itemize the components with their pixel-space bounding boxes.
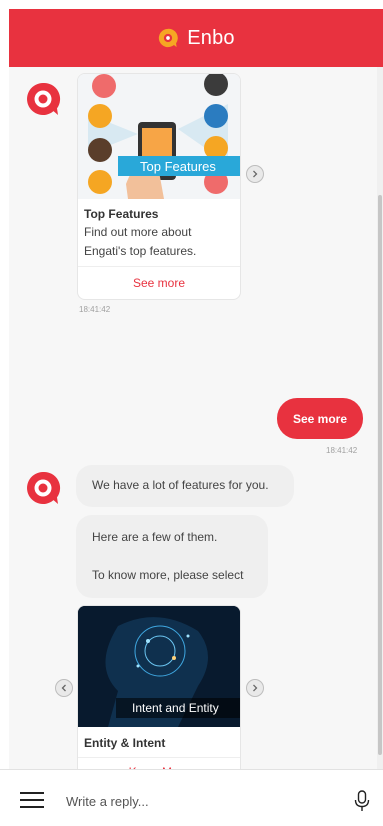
bot-name: Enbo [187, 26, 235, 49]
bot-avatar-icon [27, 82, 61, 115]
menu-button[interactable] [20, 792, 44, 808]
card-image-banner: Intent and Entity [132, 701, 219, 715]
carousel-card-entity-intent[interactable]: Intent and Entity Entity & Intent Know M… [77, 605, 241, 769]
carousel-next-button[interactable] [246, 165, 264, 183]
enbo-logo-icon [159, 28, 179, 48]
reply-input[interactable] [66, 788, 336, 814]
window-top-margin [0, 0, 383, 9]
user-message-bubble: See more [277, 398, 363, 439]
see-more-button[interactable]: See more [78, 266, 240, 299]
card-image: Top Features [78, 74, 240, 199]
bot-avatar-icon [27, 471, 61, 504]
user-message-text: See more [292, 411, 348, 426]
bot-message-bubble: We have a lot of features for you. [76, 465, 294, 507]
bot-message-text: We have a lot of features for you. [92, 478, 269, 492]
card-title: Entity & Intent [84, 736, 166, 750]
scrollbar-thumb[interactable] [378, 195, 382, 755]
hamburger-icon [20, 792, 44, 794]
bot-message-line-2: To know more, please select [92, 568, 244, 582]
carousel-card-top-features[interactable]: Top Features Top Features Find out more … [77, 73, 241, 300]
bot-message-bubble: Here are a few of them. To know more, pl… [76, 515, 268, 598]
carousel-prev-button[interactable] [55, 679, 73, 697]
card-image: Intent and Entity [78, 606, 240, 727]
carousel-next-button[interactable] [246, 679, 264, 697]
message-composer [0, 769, 383, 826]
card-title: Top Features [84, 207, 159, 221]
card-description-line-2: Engati's top features. [84, 244, 197, 258]
message-timestamp: 18:41:42 [79, 305, 111, 314]
card-image-banner: Top Features [140, 159, 216, 174]
know-more-button[interactable]: Know More [78, 757, 240, 769]
chat-header: Enbo [9, 9, 383, 67]
chevron-left-icon [61, 684, 66, 692]
microphone-icon[interactable] [354, 790, 370, 812]
chevron-right-icon [253, 684, 258, 692]
features-illustration [78, 74, 240, 199]
message-timestamp: 18:41:42 [326, 446, 358, 455]
bot-message-line-1: Here are a few of them. [92, 530, 218, 544]
chevron-right-icon [253, 170, 258, 178]
card-description-line-1: Find out more about [84, 225, 192, 239]
chat-transcript[interactable]: Top Features Top Features Find out more … [9, 67, 383, 769]
